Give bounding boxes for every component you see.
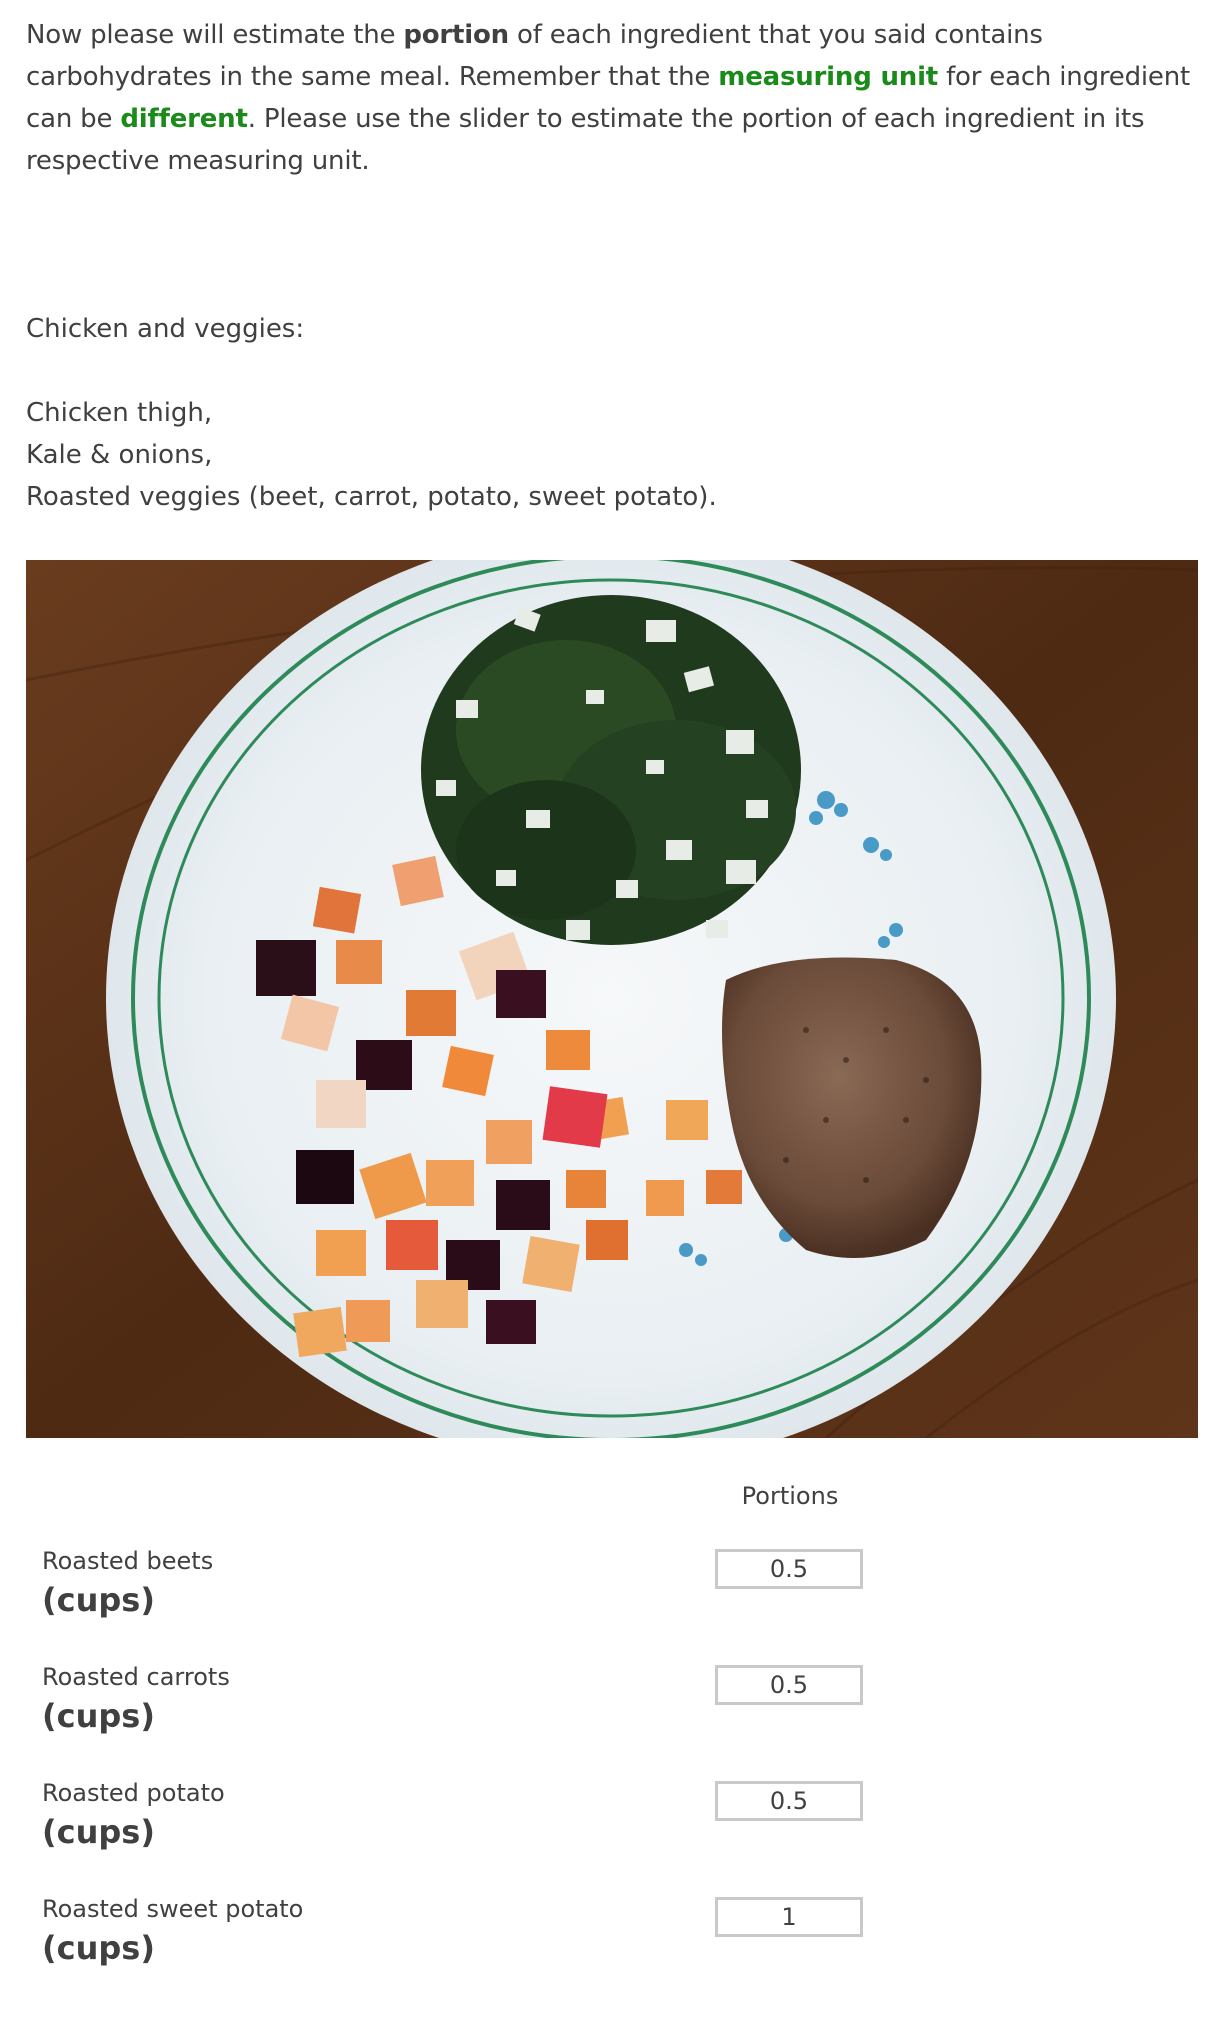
ingredient-name: Roasted beets [42,1547,214,1575]
ingredient-unit: (cups) [42,1813,155,1851]
meal-description: Chicken and veggies: Chicken thigh, Kale… [26,308,1206,518]
portion-input-roasted-carrots[interactable] [715,1665,863,1705]
intro-different-highlight: different [120,104,248,134]
meal-item-chicken: Chicken thigh, [26,398,213,428]
ingredient-unit: (cups) [42,1581,155,1619]
ingredient-unit: (cups) [42,1697,155,1735]
meal-item-kale: Kale & onions, [26,440,213,470]
table-row-roasted-beets: Roasted beets (cups) [42,1544,1182,1634]
intro-measuring-unit-highlight: measuring unit [718,62,939,92]
table-row-roasted-potato: Roasted potato (cups) [42,1776,1182,1866]
ingredient-name: Roasted sweet potato [42,1895,304,1923]
portion-input-roasted-sweet-potato[interactable] [715,1897,863,1937]
meal-photo [26,560,1198,1438]
table-row-roasted-sweet-potato: Roasted sweet potato (cups) [42,1892,1182,1982]
kale-and-onions [421,595,801,945]
table-row-roasted-carrots: Roasted carrots (cups) [42,1660,1182,1750]
intro-portion-bold: portion [403,20,509,50]
ingredient-name: Roasted potato [42,1779,225,1807]
intro-text-1: Now please will estimate the [26,20,404,50]
ingredient-name: Roasted carrots [42,1663,230,1691]
meal-photo-illustration [26,560,1198,1438]
portions-column-header: Portions [741,1482,839,1510]
portion-input-roasted-potato[interactable] [715,1781,863,1821]
ingredient-unit: (cups) [42,1929,155,1967]
portion-input-roasted-beets[interactable] [715,1549,863,1589]
question-content: Now please will estimate the portion of … [26,14,1206,518]
question-instructions: Now please will estimate the portion of … [26,14,1206,182]
meal-item-roasted-veggies: Roasted veggies (beet, carrot, potato, s… [26,482,717,512]
meal-title: Chicken and veggies: [26,314,305,344]
